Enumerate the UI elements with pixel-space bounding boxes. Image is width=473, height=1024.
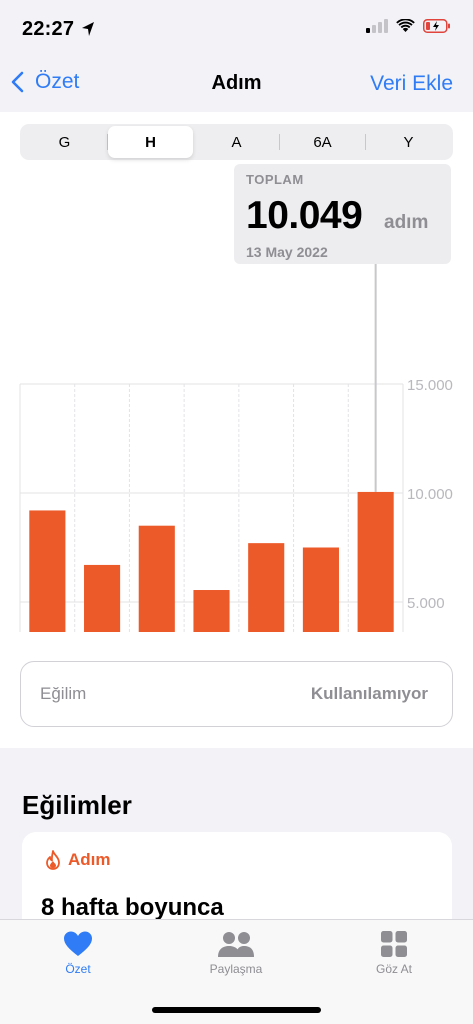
bar-per [302,547,339,632]
bar-çar [248,543,285,632]
segment-six-months[interactable]: 6A [280,126,365,158]
y-tick-label: 5.000 [407,595,445,612]
heart-icon [64,931,92,956]
steps-bar-chart[interactable]: 15.00010.0005.0000CmtPazPztSalÇarPerCum [0,262,473,632]
tooltip-value: 10.049 [246,194,363,237]
tooltip-date: 13 May 2022 [246,244,328,260]
segment-week[interactable]: H [108,126,193,158]
insight-label: Adım [68,850,111,869]
tab-sharing[interactable]: Paylaşma [176,930,296,976]
status-icons [366,19,451,33]
people-icon [218,932,254,957]
steps-chart-card: G H A 6A Y 15.00010.0005.0000CmtPazPztSa… [0,112,473,748]
selected-value-tooltip: TOPLAM 10.049 adım 13 May 2022 [234,164,451,264]
trend-label: Eğilim [40,684,87,703]
segment-month[interactable]: A [194,126,279,158]
wifi-icon [396,19,415,32]
tooltip-unit: adım [384,212,429,233]
insight-text: 8 hafta boyunca [41,894,224,921]
tab-sharing-label: Paylaşma [209,962,263,976]
trend-value: Kullanılamıyor [310,684,428,703]
insight-header: Adım [44,850,111,870]
status-bar: 22:27 [0,0,473,58]
tooltip-label: TOPLAM [246,172,304,187]
cellular-signal-icon [366,19,388,33]
y-tick-label: 10.000 [407,486,453,503]
navigation-bar: Özet Adım Veri Ekle [0,58,473,112]
location-arrow-icon [82,22,94,36]
bar-paz [84,564,121,632]
add-data-button[interactable]: Veri Ekle [370,72,453,96]
y-tick-label: 15.000 [407,377,453,394]
battery-icon [423,19,450,33]
tab-browse[interactable]: Göz At [334,930,454,976]
tab-browse-label: Göz At [375,962,413,976]
segment-year[interactable]: Y [366,126,451,158]
trends-section-title: Eğilimler [22,790,132,820]
trend-row[interactable]: Eğilim Kullanılamıyor [20,661,453,727]
home-indicator [152,1007,321,1013]
tab-summary[interactable]: Özet [18,930,138,976]
bar-pzt [138,525,175,632]
status-time: 22:27 [22,18,75,40]
flame-icon [46,850,60,870]
tab-summary-label: Özet [65,962,91,976]
segment-day[interactable]: G [22,126,107,158]
bar-cmt [29,510,66,632]
period-segmented-control: G H A 6A Y [20,124,453,160]
grid-icon [381,931,407,957]
bar-cum [357,491,394,632]
bar-sal [193,590,230,632]
